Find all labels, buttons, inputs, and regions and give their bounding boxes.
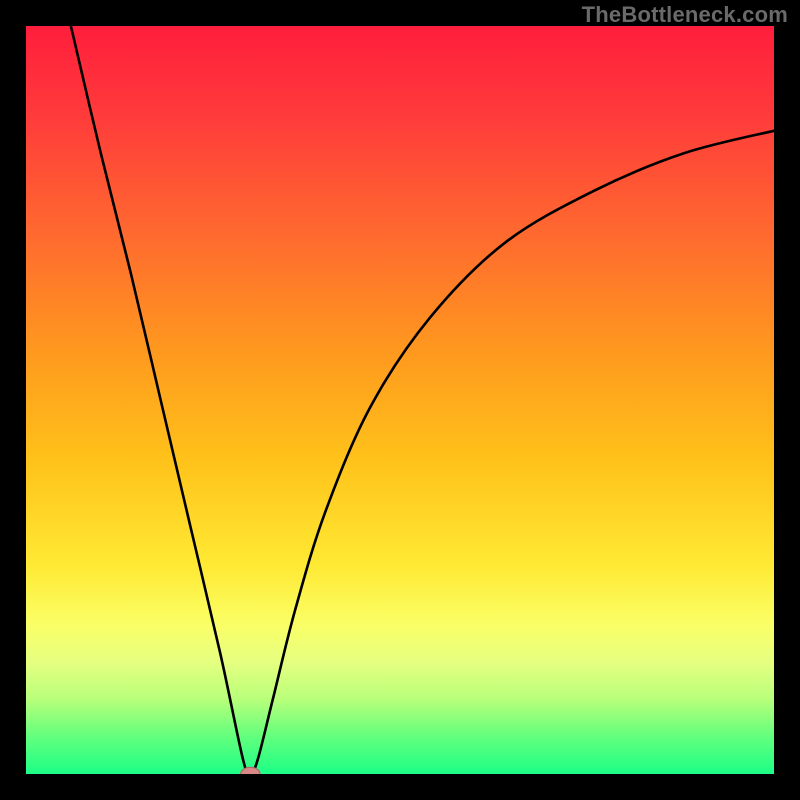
plot-svg (26, 26, 774, 774)
watermark-text: TheBottleneck.com (582, 2, 788, 28)
gradient-background (26, 26, 774, 774)
plot-area (26, 26, 774, 774)
chart-frame: TheBottleneck.com (0, 0, 800, 800)
